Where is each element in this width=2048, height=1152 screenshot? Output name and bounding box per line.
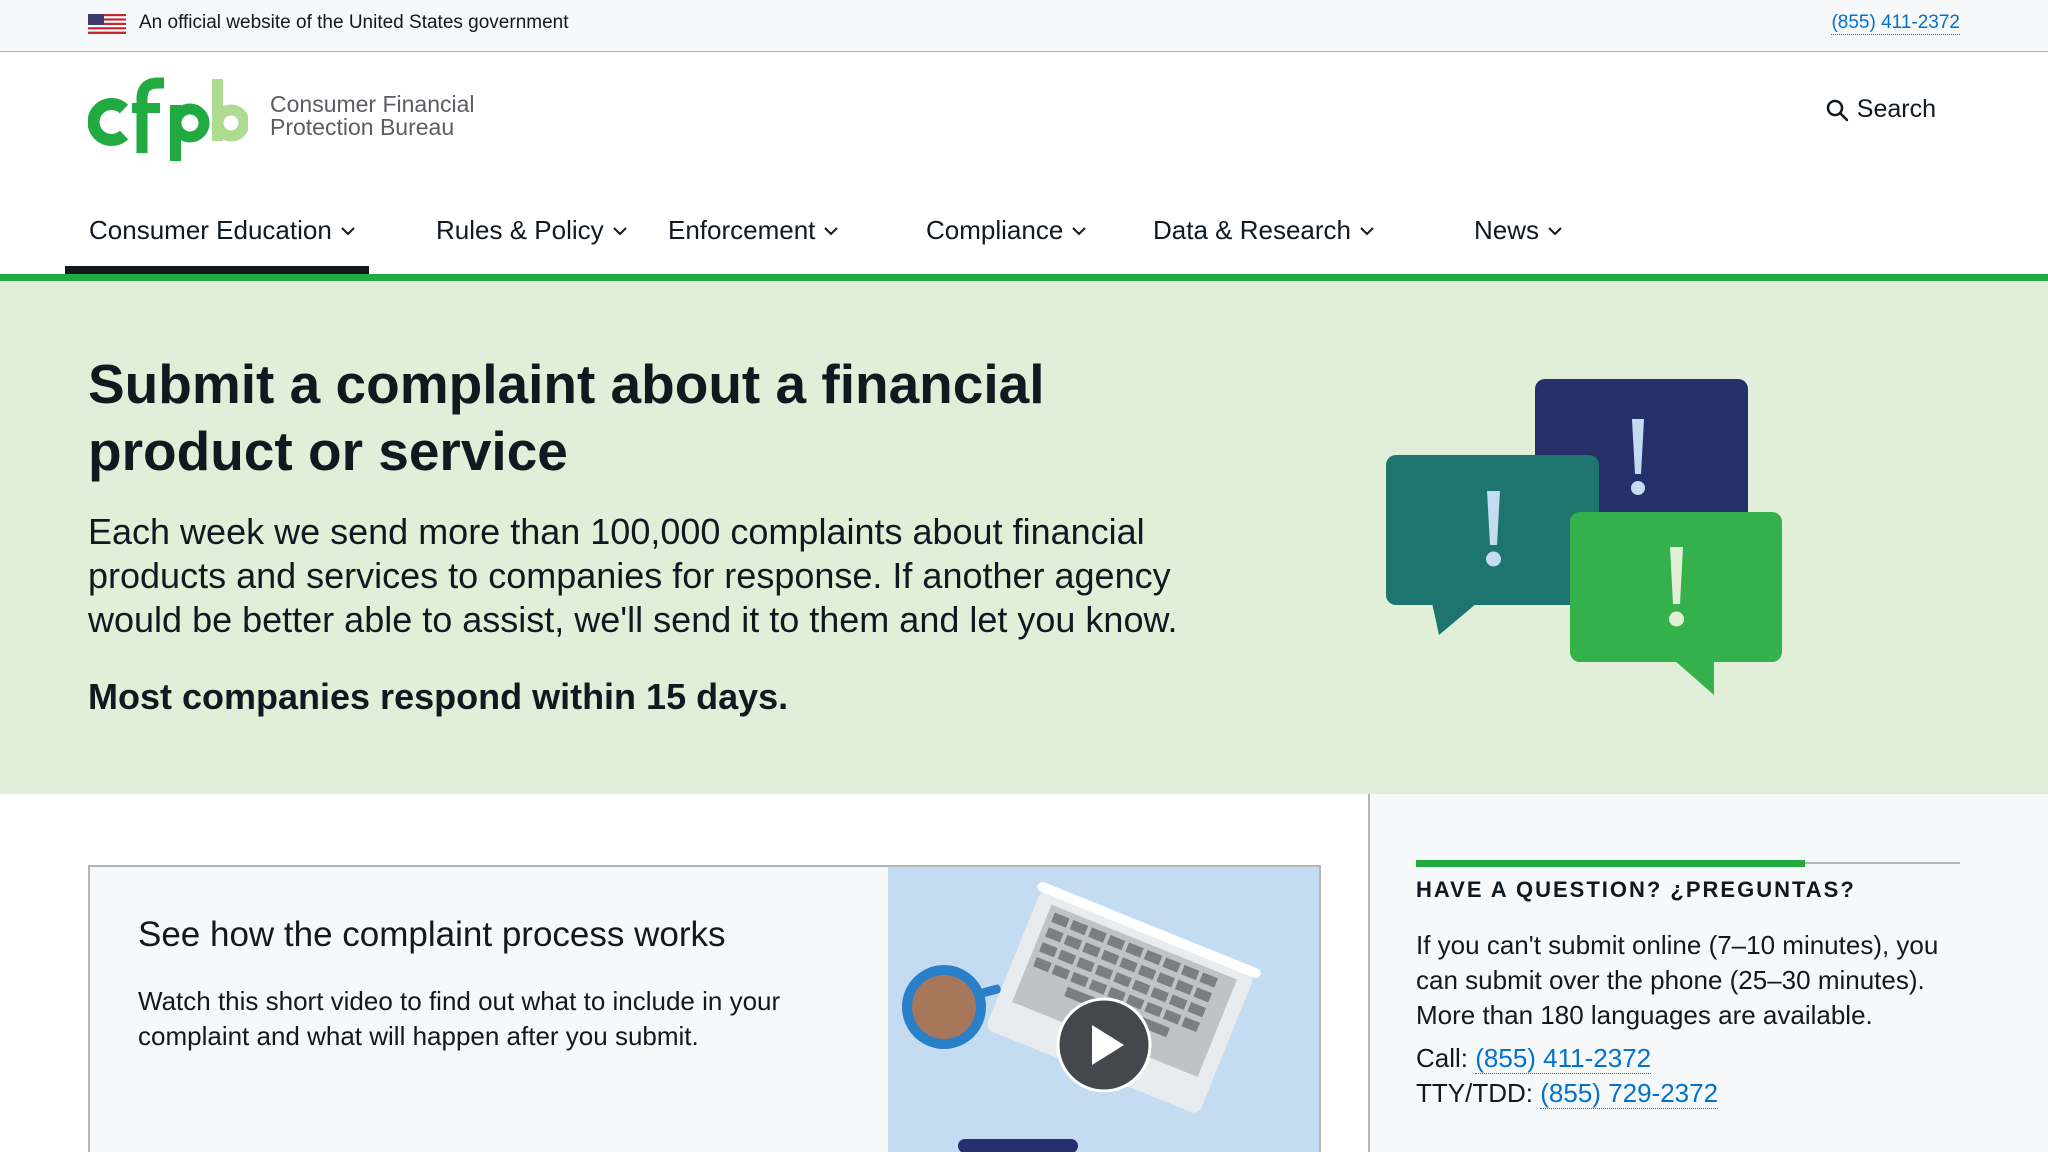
sidebar-tty-line: TTY/TDD: (855) 729-2372 [1416,1076,1719,1111]
main-nav: Consumer Education Rules & Policy Enforc… [65,203,1563,275]
hero-section: Submit a complaint about a financial pro… [0,281,2048,794]
logo-line-2: Protection Bureau [270,114,455,140]
cfpb-logo[interactable] [88,75,248,161]
search-button[interactable]: Search [1825,95,1936,124]
hero-note: Most companies respond within 15 days. [88,676,789,717]
sidebar-divider-accent [1416,860,1805,867]
chevron-down-icon [824,227,839,236]
nav-item-label: Enforcement [668,215,816,245]
gov-banner: An official website of the United States… [0,0,2048,52]
nav-item-compliance[interactable]: Compliance [898,203,1143,275]
chevron-down-icon [1548,227,1562,236]
gov-banner-text: An official website of the United States… [139,12,569,33]
nav-item-rules-policy[interactable]: Rules & Policy [369,203,641,275]
sidebar-call-line: Call: (855) 411-2372 [1416,1041,1652,1076]
search-label: Search [1856,95,1936,123]
call-label: Call: [1416,1043,1469,1073]
search-icon [1826,99,1849,121]
video-card-title: See how the complaint process works [138,915,726,954]
logo-line-1: Consumer Financial [270,91,475,117]
nav-item-label: Rules & Policy [436,215,604,245]
nav-item-consumer-education[interactable]: Consumer Education [65,203,369,275]
call-phone-link[interactable]: (855) 411-2372 [1475,1043,1652,1074]
help-sidebar: HAVE A QUESTION? ¿PREGUNTAS? If you can'… [1368,794,2048,1152]
logo-wordmark[interactable]: Consumer Financial Protection Bureau [270,93,475,139]
sidebar-heading: HAVE A QUESTION? ¿PREGUNTAS? [1416,877,1856,902]
site-header: Consumer Financial Protection Bureau Sea… [0,53,2048,275]
video-card-body: Watch this short video to find out what … [138,986,781,1051]
chevron-down-icon [1072,227,1087,236]
nav-item-data-research[interactable]: Data & Research [1143,203,1443,275]
us-flag-icon [88,14,126,34]
play-icon[interactable] [1056,997,1152,1093]
nav-item-label: Data & Research [1153,215,1351,245]
chevron-down-icon [341,227,355,236]
nav-item-enforcement[interactable]: Enforcement [641,203,898,275]
hero-lead: Each week we send more than 100,000 comp… [88,511,1178,640]
speech-bubbles-alert-illustration [1386,379,1782,695]
chevron-down-icon [1360,227,1374,236]
tty-label: TTY/TDD: [1416,1078,1533,1108]
nav-item-news[interactable]: News [1443,203,1563,275]
nav-item-label: Consumer Education [89,215,332,245]
tty-phone-link[interactable]: (855) 729-2372 [1540,1078,1719,1109]
header-divider [0,274,2048,281]
gov-banner-phone-link[interactable]: (855) 411-2372 [1831,12,1960,35]
video-card: See how the complaint process works Watc… [88,865,1321,1152]
video-thumbnail[interactable] [888,867,1319,1152]
sidebar-body: If you can't submit online (7–10 minutes… [1416,930,1939,1030]
laptop-illustration [902,881,1261,1152]
chevron-down-icon [612,227,627,236]
page-title: Submit a complaint about a financial pro… [88,353,1045,482]
nav-item-label: Compliance [926,215,1064,245]
nav-item-label: News [1474,215,1540,245]
